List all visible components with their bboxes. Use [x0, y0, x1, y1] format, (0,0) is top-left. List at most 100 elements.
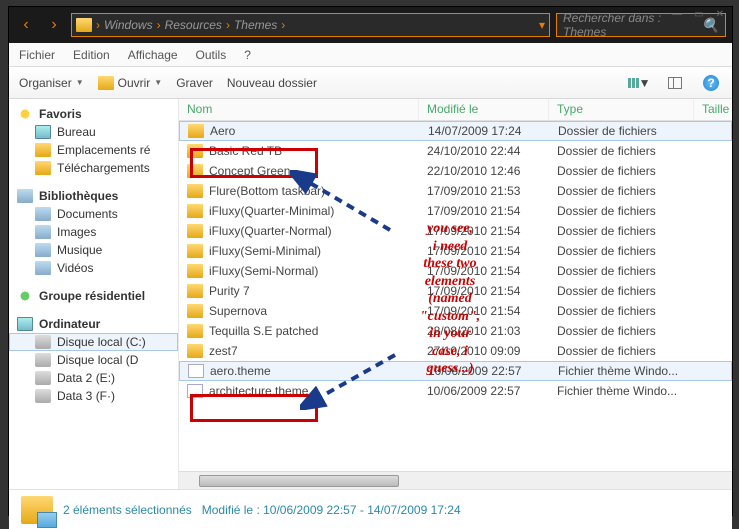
menu-help[interactable]: ?	[244, 48, 251, 62]
sidebar-libraries[interactable]: Bibliothèques	[9, 187, 178, 205]
sidebar-item[interactable]: Disque local (D	[9, 351, 178, 369]
sidebar-item[interactable]: Musique	[9, 241, 178, 259]
menu-edit[interactable]: Edition	[73, 48, 110, 62]
folder-icon	[188, 124, 204, 138]
file-name: Tequilla S.E patched	[209, 324, 318, 338]
menu-tools[interactable]: Outils	[196, 48, 227, 62]
column-headers: Nom Modifié le Type Taille	[179, 99, 732, 121]
sidebar-item[interactable]: Data 2 (E:)	[9, 369, 178, 387]
crumb[interactable]: Resources	[165, 18, 222, 32]
menu-file[interactable]: Fichier	[19, 48, 55, 62]
col-type[interactable]: Type	[549, 99, 694, 120]
star-icon	[17, 107, 33, 121]
pane-button[interactable]	[664, 73, 686, 93]
new-folder-button[interactable]: Nouveau dossier	[227, 76, 317, 90]
file-name: Purity 7	[209, 284, 250, 298]
folder-icon	[35, 143, 51, 157]
sidebar-item[interactable]: Téléchargements	[9, 159, 178, 177]
folder-icon	[76, 18, 92, 32]
file-name: iFluxy(Semi-Minimal)	[209, 244, 321, 258]
file-date: 10/06/2009 22:57	[419, 384, 549, 398]
sidebar-item[interactable]: Images	[9, 223, 178, 241]
maximize-button[interactable]: ▭	[694, 9, 703, 20]
window-controls: — ▭ ✕	[672, 9, 724, 20]
chevron-down-icon[interactable]: ▾	[539, 18, 545, 32]
annotation-arrow-down	[300, 350, 400, 410]
folder-icon	[187, 244, 203, 258]
folder-icon	[187, 184, 203, 198]
file-name: iFluxy(Semi-Normal)	[209, 264, 318, 278]
homegroup-icon	[17, 289, 33, 303]
file-type: Dossier de fichiers	[549, 144, 694, 158]
sidebar-favorites[interactable]: Favoris	[9, 105, 178, 123]
selection-icon	[21, 496, 53, 524]
menubar: Fichier Edition Affichage Outils ?	[9, 43, 732, 67]
sidebar-item[interactable]: Data 3 (F·)	[9, 387, 178, 405]
video-icon	[35, 261, 51, 275]
file-type: Dossier de fichiers	[549, 184, 694, 198]
folder-icon	[187, 304, 203, 318]
close-button[interactable]: ✕	[716, 9, 724, 20]
file-date: 24/10/2010 22:44	[419, 144, 549, 158]
disk-icon	[35, 335, 51, 349]
file-type: Dossier de fichiers	[549, 244, 694, 258]
scroll-thumb[interactable]	[199, 475, 399, 487]
forward-button[interactable]: ›	[43, 14, 65, 36]
help-button[interactable]: ?	[700, 73, 722, 93]
organize-button[interactable]: Organiser▼	[19, 76, 84, 90]
file-row[interactable]: Flure(Bottom taskbar)17/09/2010 21:53Dos…	[179, 181, 732, 201]
file-type: Dossier de fichiers	[549, 164, 694, 178]
folder-icon	[35, 161, 51, 175]
file-row[interactable]: iFluxy(Quarter-Minimal)17/09/2010 21:54D…	[179, 201, 732, 221]
col-size[interactable]: Taille	[694, 99, 732, 120]
annotation-arrow-up	[290, 170, 400, 240]
view-mode-button[interactable]: ▼	[628, 73, 650, 93]
file-name: Aero	[210, 124, 235, 138]
crumb[interactable]: Themes	[234, 18, 277, 32]
minimize-button[interactable]: —	[672, 9, 682, 20]
titlebar: ‹ › ›Windows ›Resources ›Themes › ▾ Rech…	[9, 7, 732, 43]
doc-icon	[35, 207, 51, 221]
file-row[interactable]: Aero 14/07/2009 17:24Dossier de fichiers	[179, 121, 732, 141]
desktop-icon	[35, 125, 51, 139]
disk-icon	[35, 371, 51, 385]
file-type: Dossier de fichiers	[550, 124, 695, 138]
annotation-text: you see,i needthese twoelements(named"cu…	[390, 220, 510, 378]
col-modified[interactable]: Modifié le	[419, 99, 549, 120]
music-icon	[35, 243, 51, 257]
sidebar-item[interactable]: Bureau	[9, 123, 178, 141]
sidebar-item[interactable]: Disque local (C:)	[9, 333, 178, 351]
file-name: aero.theme	[210, 364, 271, 378]
col-name[interactable]: Nom	[179, 99, 419, 120]
back-button[interactable]: ‹	[15, 14, 37, 36]
disk-icon	[35, 353, 51, 367]
horizontal-scrollbar[interactable]	[179, 471, 732, 489]
file-type: Fichier thème Windo...	[550, 364, 695, 378]
folder-icon	[187, 284, 203, 298]
sidebar-item[interactable]: Vidéos	[9, 259, 178, 277]
sidebar-item[interactable]: Emplacements ré	[9, 141, 178, 159]
crumb[interactable]: Windows	[104, 18, 153, 32]
open-button[interactable]: Ouvrir▼	[98, 76, 163, 90]
file-date: 17/09/2010 21:54	[419, 204, 549, 218]
folder-icon	[187, 324, 203, 338]
burn-button[interactable]: Graver	[176, 76, 213, 90]
sidebar: Favoris Bureau Emplacements ré Télécharg…	[9, 99, 179, 489]
file-type: Dossier de fichiers	[549, 304, 694, 318]
address-bar[interactable]: ›Windows ›Resources ›Themes › ▾	[71, 13, 550, 37]
folder-icon	[187, 344, 203, 358]
file-type: Dossier de fichiers	[549, 264, 694, 278]
sidebar-homegroup[interactable]: Groupe résidentiel	[9, 287, 178, 305]
explorer-window: — ▭ ✕ ‹ › ›Windows ›Resources ›Themes › …	[8, 6, 733, 516]
file-date: 14/07/2009 17:24	[420, 124, 550, 138]
file-type: Dossier de fichiers	[549, 324, 694, 338]
sidebar-computer[interactable]: Ordinateur	[9, 315, 178, 333]
menu-view[interactable]: Affichage	[128, 48, 178, 62]
folder-icon	[187, 264, 203, 278]
sidebar-item[interactable]: Documents	[9, 205, 178, 223]
file-type: Fichier thème Windo...	[549, 384, 694, 398]
library-icon	[17, 189, 33, 203]
status-bar: 2 éléments sélectionnés Modifié le : 10/…	[9, 489, 732, 529]
file-name: Supernova	[209, 304, 267, 318]
folder-icon	[187, 204, 203, 218]
